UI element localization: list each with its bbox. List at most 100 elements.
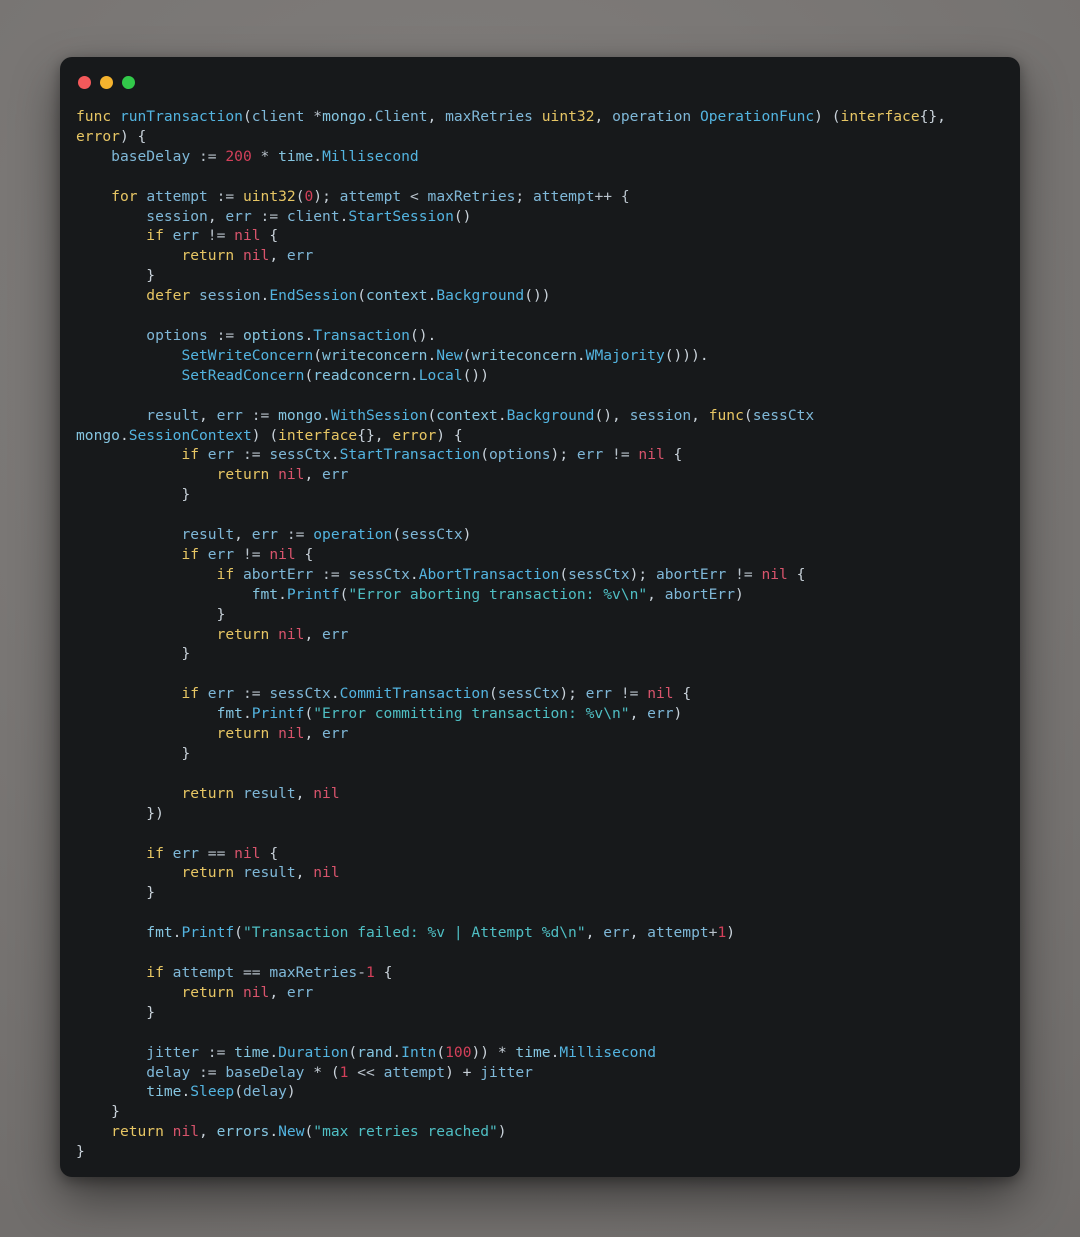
code-token: ( (427, 406, 437, 424)
code-token: rand (357, 1043, 393, 1061)
code-token: , (585, 924, 604, 942)
code-token: } (181, 645, 191, 663)
code-token: . (576, 346, 586, 364)
code-block[interactable]: func runTransaction(client *mongo.Client… (76, 107, 1004, 1162)
code-token: ( (234, 1083, 243, 1101)
code-area[interactable]: func runTransaction(client *mongo.Client… (60, 107, 1020, 1162)
code-token: sessCtx (568, 565, 630, 583)
code-token: ); (550, 446, 577, 464)
code-token: Transaction (313, 326, 410, 344)
code-token: "Transaction failed: %v | Attempt %d\n" (242, 924, 586, 942)
code-token: } (146, 884, 156, 902)
code-token: nil (647, 685, 674, 703)
code-token: interface (278, 426, 358, 444)
code-token: err (322, 625, 349, 643)
code-token: err (585, 685, 613, 703)
code-token: Printf (286, 585, 340, 603)
code-token: != (612, 685, 648, 703)
code-token: delay (242, 1083, 287, 1101)
code-token: baseDelay (225, 1063, 305, 1081)
code-token: sessCtx (269, 446, 331, 464)
maximize-button[interactable] (122, 75, 135, 89)
code-token: } (146, 267, 156, 285)
code-token: result (242, 784, 296, 802)
code-token: . (242, 705, 252, 723)
code-token: ) (497, 1123, 507, 1141)
code-token: Printf (181, 924, 235, 942)
code-token: Millisecond (559, 1043, 657, 1061)
screenshot-stage: func runTransaction(client *mongo.Client… (0, 0, 1080, 1237)
code-token: maxRetries (445, 108, 533, 125)
code-token: := (190, 1063, 226, 1081)
code-token: != (603, 446, 639, 464)
code-token: ) { (436, 426, 463, 444)
code-token: result (181, 526, 235, 544)
code-token: fmt (146, 924, 173, 942)
code-token: Duration (278, 1043, 349, 1061)
code-token: Intn (401, 1043, 437, 1061)
code-token: . (392, 1043, 402, 1061)
code-token: nil (278, 625, 305, 643)
code-token: error (76, 127, 120, 145)
code-token: Client (374, 108, 428, 125)
code-token: defer (146, 287, 200, 305)
code-token: ( (304, 705, 314, 723)
code-token: , (207, 207, 226, 225)
code-token: if (181, 446, 208, 464)
code-token: sessCtx (269, 685, 331, 703)
code-token: errors (216, 1123, 270, 1141)
code-token: == (199, 844, 235, 862)
window-titlebar[interactable] (60, 57, 1020, 107)
code-token: nil (638, 446, 665, 464)
close-button[interactable] (78, 75, 91, 89)
code-token: ); (629, 565, 656, 583)
code-token: ( (357, 287, 366, 305)
code-token: } (146, 1003, 156, 1021)
code-token: << (348, 1063, 384, 1081)
code-token: ( (234, 924, 243, 942)
code-token: . (366, 108, 375, 125)
code-token: , (594, 108, 613, 125)
code-token: , (427, 108, 446, 125)
code-token: time (146, 1083, 182, 1101)
code-token: writeconcern (471, 346, 577, 364)
code-token: }) (146, 804, 164, 822)
code-token: - (357, 963, 366, 981)
code-token: New (436, 346, 463, 364)
code-token: func (76, 108, 120, 125)
code-token: ( (304, 366, 314, 384)
code-token: , (199, 1123, 217, 1141)
code-token: StartTransaction (339, 446, 481, 464)
code-token: := (242, 406, 279, 424)
code-token: := (207, 187, 243, 205)
code-token: . (409, 366, 419, 384)
code-token: WMajority (585, 346, 665, 364)
code-token: . (313, 147, 323, 165)
code-token: Local (418, 366, 463, 384)
code-token: ) { (119, 127, 147, 145)
code-token: WithSession (330, 406, 428, 424)
code-token: { (374, 963, 393, 981)
code-token: operation (313, 526, 393, 544)
code-token: err (207, 545, 235, 563)
minimize-button[interactable] (100, 75, 113, 89)
code-token: err (603, 924, 630, 942)
code-token: ++ { (594, 187, 630, 205)
code-token: ) (726, 924, 736, 942)
code-token: fmt (251, 585, 279, 603)
